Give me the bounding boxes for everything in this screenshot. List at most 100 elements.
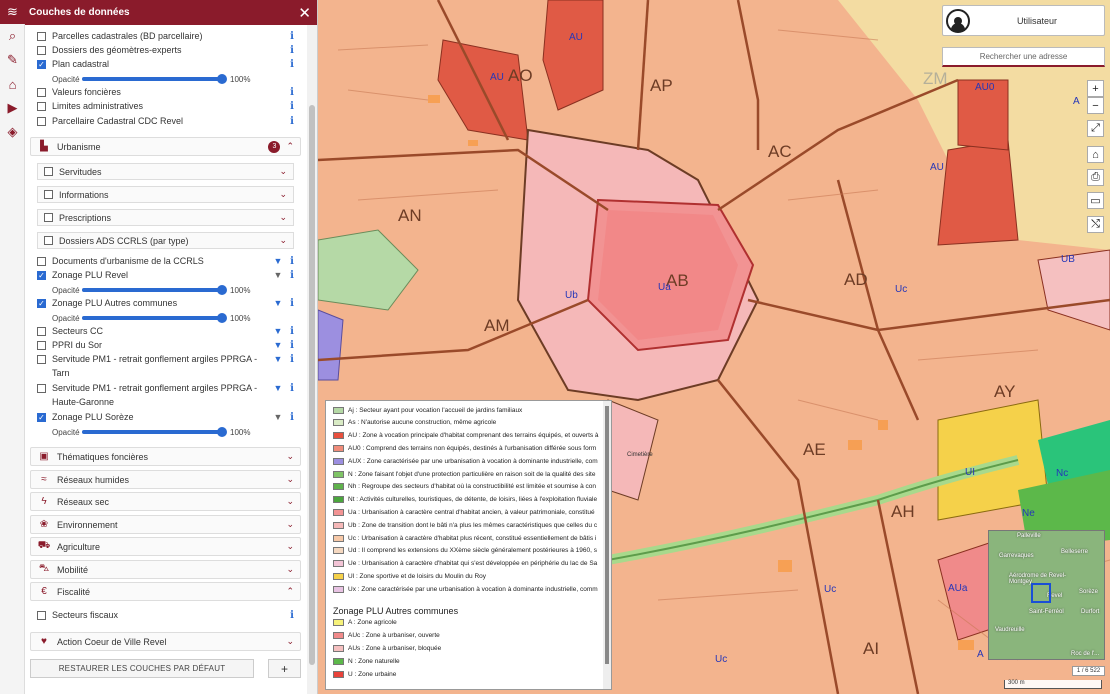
info-icon[interactable]: i xyxy=(287,31,297,42)
info-icon[interactable]: i xyxy=(287,412,297,423)
info-icon[interactable]: i xyxy=(287,116,297,127)
chevron-down-icon[interactable]: ⌄ xyxy=(279,189,287,200)
info-icon[interactable]: i xyxy=(287,610,297,621)
filter-icon[interactable]: ▼ xyxy=(273,383,283,393)
stack-icon[interactable]: ◈ xyxy=(0,120,25,144)
draw-icon[interactable]: ✎ xyxy=(0,48,25,72)
chevron-down-icon[interactable]: ⌄ xyxy=(286,474,294,485)
checkbox[interactable] xyxy=(37,340,46,350)
checkbox[interactable] xyxy=(37,116,46,126)
fullscreen-button[interactable]: ⤢ xyxy=(1087,120,1104,137)
user-button[interactable]: Utilisateur xyxy=(942,5,1105,36)
layer-row[interactable]: Secteurs CC ▼ i xyxy=(37,324,297,338)
section-thematiques-foncieres[interactable]: ▣ Thématiques foncières ⌄ xyxy=(30,447,301,466)
slider-knob[interactable] xyxy=(217,74,227,84)
layer-row[interactable]: ✓ Zonage PLU Sorèze ▼ i xyxy=(37,410,297,424)
chevron-down-icon[interactable]: ⌄ xyxy=(286,519,294,530)
chevron-up-icon[interactable]: ⌃ xyxy=(286,141,294,152)
zoom-out-button[interactable]: − xyxy=(1087,97,1104,114)
subsection-servitudes[interactable]: Servitudes ⌄ xyxy=(37,163,294,180)
layer-row[interactable]: Secteurs fiscaux i xyxy=(37,608,297,622)
map-area-icon[interactable]: ⌂ xyxy=(0,72,25,96)
tools-button[interactable]: ⤭ xyxy=(1087,216,1104,233)
checkbox[interactable] xyxy=(37,326,46,336)
play-icon[interactable]: ▶ xyxy=(0,96,25,120)
subsection-prescriptions[interactable]: Prescriptions ⌄ xyxy=(37,209,294,226)
filter-icon[interactable]: ▼ xyxy=(273,298,283,308)
info-icon[interactable]: i xyxy=(287,298,297,309)
slider-knob[interactable] xyxy=(217,313,227,323)
filter-icon[interactable]: ▼ xyxy=(273,340,283,350)
layer-row[interactable]: Parcellaire Cadastral CDC Revel i xyxy=(37,114,297,128)
print-button[interactable]: ⎙ xyxy=(1087,169,1104,186)
layer-row[interactable]: Servitude PM1 - retrait gonflement argil… xyxy=(37,352,297,366)
chevron-down-icon[interactable]: ⌄ xyxy=(279,235,287,246)
filter-icon[interactable]: ▼ xyxy=(273,326,283,336)
checkbox[interactable] xyxy=(44,190,53,199)
legend-scrollbar[interactable] xyxy=(603,401,611,689)
layer-row[interactable]: ✓ Plan cadastral i xyxy=(37,57,297,71)
layer-row[interactable]: ✓ Zonage PLU Autres communes ▼ i xyxy=(37,296,297,310)
info-icon[interactable]: i xyxy=(287,270,297,281)
home-button[interactable]: ⌂ xyxy=(1087,146,1104,163)
section-action-coeur[interactable]: ♥ Action Coeur de Ville Revel ⌄ xyxy=(30,632,301,651)
section-environnement[interactable]: ❀ Environnement ⌄ xyxy=(30,515,301,534)
checkbox[interactable] xyxy=(44,236,53,245)
checkbox[interactable] xyxy=(37,101,46,111)
info-icon[interactable]: i xyxy=(287,256,297,267)
opacity-slider[interactable] xyxy=(82,74,227,84)
chevron-down-icon[interactable]: ⌄ xyxy=(286,541,294,552)
checkbox[interactable] xyxy=(37,87,46,97)
chevron-down-icon[interactable]: ⌄ xyxy=(279,166,287,177)
layer-row[interactable]: Dossiers des géomètres-experts i xyxy=(37,43,297,57)
close-icon[interactable]: ✕ xyxy=(298,4,311,22)
subsection-dossiers-ads[interactable]: Dossiers ADS CCRLS (par type) ⌄ xyxy=(37,232,294,249)
checkbox[interactable] xyxy=(37,45,46,55)
address-search-input[interactable]: Rechercher une adresse xyxy=(942,47,1105,67)
layer-row[interactable]: PPRI du Sor ▼ i xyxy=(37,338,297,352)
chevron-down-icon[interactable]: ⌄ xyxy=(286,451,294,462)
opacity-slider[interactable] xyxy=(82,427,227,437)
section-fiscalite[interactable]: € Fiscalité ⌃ xyxy=(30,582,301,601)
slider-knob[interactable] xyxy=(217,285,227,295)
layers-icon[interactable]: ≋ xyxy=(0,0,25,24)
checkbox[interactable] xyxy=(44,167,53,176)
overview-viewport[interactable] xyxy=(1031,583,1051,603)
restore-default-layers-button[interactable]: RESTAURER LES COUCHES PAR DÉFAUT xyxy=(30,659,254,678)
info-icon[interactable]: i xyxy=(287,340,297,351)
section-reseaux-humides[interactable]: ≈ Réseaux humides ⌄ xyxy=(30,470,301,489)
checkbox-checked[interactable]: ✓ xyxy=(37,59,46,69)
layer-row[interactable]: Documents d'urbanisme de la CCRLS ▼ i xyxy=(37,254,297,268)
info-icon[interactable]: i xyxy=(287,87,297,98)
subsection-informations[interactable]: Informations ⌄ xyxy=(37,186,294,203)
checkbox-checked[interactable]: ✓ xyxy=(37,412,46,422)
checkbox[interactable] xyxy=(44,213,53,222)
filter-icon[interactable]: ▼ xyxy=(273,354,283,364)
opacity-slider[interactable] xyxy=(82,313,227,323)
overview-map[interactable]: Palleville Garrevaques Belleserre Aérodr… xyxy=(988,530,1105,660)
layer-row[interactable]: Valeurs foncières i xyxy=(37,85,297,99)
layer-row[interactable]: Parcelles cadastrales (BD parcellaire) i xyxy=(37,29,297,43)
filter-icon[interactable]: ▼ xyxy=(273,256,283,266)
info-icon[interactable]: i xyxy=(287,45,297,56)
section-reseaux-sec[interactable]: ϟ Réseaux sec ⌄ xyxy=(30,492,301,511)
checkbox[interactable] xyxy=(37,31,46,41)
info-icon[interactable]: i xyxy=(287,59,297,70)
scrollbar-thumb[interactable] xyxy=(309,105,315,665)
chevron-up-icon[interactable]: ⌃ xyxy=(286,586,294,597)
scrollbar-thumb[interactable] xyxy=(605,406,609,664)
layer-row[interactable]: Limites administratives i xyxy=(37,99,297,113)
zoom-in-button[interactable]: + xyxy=(1087,80,1104,97)
filter-icon[interactable]: ▼ xyxy=(273,270,283,280)
info-icon[interactable]: i xyxy=(287,383,297,394)
info-icon[interactable]: i xyxy=(287,354,297,365)
chevron-down-icon[interactable]: ⌄ xyxy=(279,212,287,223)
section-urbanisme[interactable]: ▙ Urbanisme 3 ⌃ xyxy=(30,137,301,156)
search-icon[interactable]: ⌕ xyxy=(0,24,25,48)
slider-knob[interactable] xyxy=(217,427,227,437)
section-agriculture[interactable]: ⛟ Agriculture ⌄ xyxy=(30,537,301,556)
layer-row[interactable]: ✓ Zonage PLU Revel ▼ i xyxy=(37,268,297,282)
section-mobilite[interactable]: ⛍ Mobilité ⌄ xyxy=(30,560,301,579)
checkbox[interactable] xyxy=(37,354,46,364)
chevron-down-icon[interactable]: ⌄ xyxy=(286,636,294,647)
